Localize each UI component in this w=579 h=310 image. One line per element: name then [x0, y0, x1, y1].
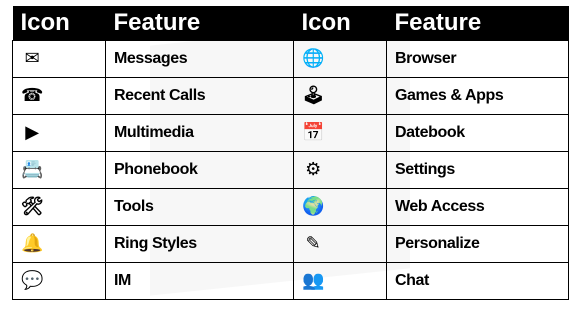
tools-clock-icon: 🛠 [20, 196, 44, 217]
feature-name: Multimedia [105, 114, 294, 152]
feature-name: Chat [386, 262, 569, 300]
bell-icon: 🔔 [21, 233, 44, 254]
tools-settings-icon: ⚙ [305, 159, 321, 180]
feature-name: Browser [386, 40, 569, 78]
table-row: ✉ Messages 🌐 Browser [12, 40, 569, 78]
feature-name: Settings [386, 151, 569, 189]
table-header-row: Icon Feature Icon Feature [12, 6, 569, 41]
feature-name: IM [105, 262, 294, 300]
envelope-icon: ✉ [24, 48, 40, 69]
table-row: 💬 IM 👥 Chat [12, 262, 569, 300]
address-book-icon: 📇 [21, 159, 44, 180]
feature-name: Phonebook [105, 151, 294, 189]
phone-clock-icon: ☎ [20, 85, 44, 106]
table-row: ☎ Recent Calls 🕹 Games & Apps [12, 77, 569, 115]
feature-name: Web Access [386, 188, 569, 226]
feature-name: Recent Calls [105, 77, 294, 115]
calendar-icon: 📅 [302, 122, 325, 143]
feature-name: Games & Apps [386, 77, 569, 115]
personalize-icon: ✎ [305, 233, 321, 254]
feature-icon-table: Icon Feature Icon Feature ✉ Messages 🌐 B… [12, 6, 569, 300]
globe-icon: 🌐 [302, 48, 325, 69]
feature-name: Datebook [386, 114, 569, 152]
header-icon-right: Icon [293, 6, 387, 41]
table-row: ▶ Multimedia 📅 Datebook [12, 114, 569, 152]
film-play-icon: ▶ [25, 122, 39, 143]
table-row: 🛠 Tools 🌍 Web Access [12, 188, 569, 226]
table-row: 🔔 Ring Styles ✎ Personalize [12, 225, 569, 263]
table-row: 📇 Phonebook ⚙ Settings [12, 151, 569, 189]
header-feature-right: Feature [386, 6, 569, 41]
web-access-icon: 🌍 [302, 196, 325, 217]
feature-name: Ring Styles [105, 225, 294, 263]
header-icon-left: Icon [12, 6, 106, 41]
feature-name: Personalize [386, 225, 569, 263]
joystick-icon: 🕹 [301, 85, 325, 106]
im-chat-bubble-icon: 💬 [21, 270, 44, 291]
feature-name: Tools [105, 188, 294, 226]
chat-people-icon: 👥 [302, 270, 325, 291]
header-feature-left: Feature [105, 6, 294, 41]
feature-name: Messages [105, 40, 294, 78]
